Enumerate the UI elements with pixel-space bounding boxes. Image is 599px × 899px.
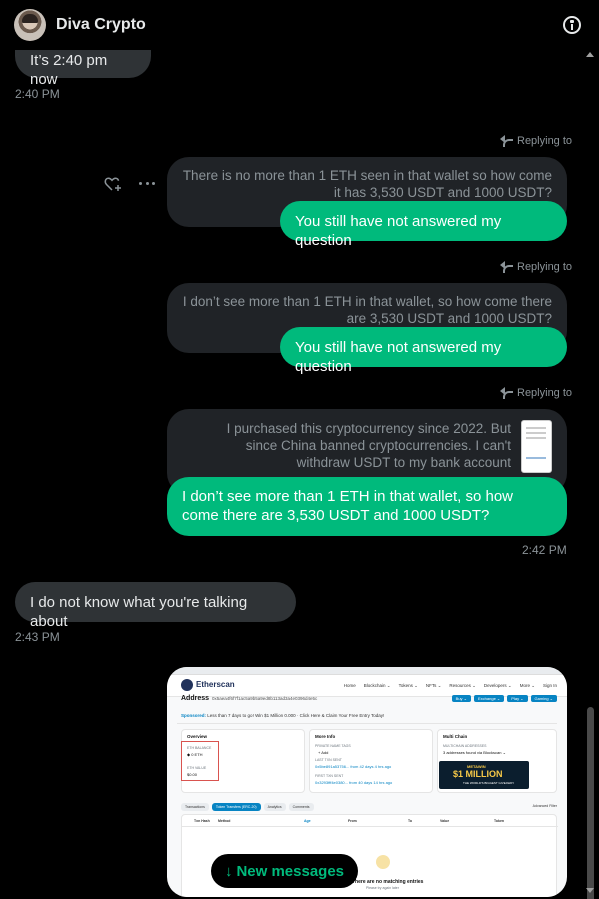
etherscan-brand: Etherscan: [196, 680, 235, 689]
first-txn-label: FIRST TXN SENT: [315, 774, 344, 778]
scroll-down-icon[interactable]: [586, 888, 594, 893]
menu-item: Tokens ⌄: [398, 683, 418, 688]
replying-label: Replying to: [517, 135, 573, 147]
etherscan-logo-icon: [181, 679, 193, 691]
more-icon[interactable]: [139, 182, 155, 186]
private-tags-label: PRIVATE NAME TAGS: [315, 744, 351, 748]
new-messages-label: New messages: [236, 862, 345, 880]
quoted-text: There is no more than 1 ETH seen in that…: [182, 168, 552, 200]
empty-state-subtext: Please try again later: [366, 886, 399, 890]
table-header: Token: [494, 819, 505, 823]
multichain-label: MULTICHAIN ADDRESSES: [443, 744, 487, 748]
divider: [182, 826, 558, 827]
tab-comments: Comments: [288, 803, 314, 811]
avatar[interactable]: [14, 9, 46, 41]
arrow-down-icon: ↓: [224, 862, 233, 880]
private-tags: + Add: [318, 750, 329, 755]
menu-item: Blockchain ⌄: [363, 683, 391, 688]
message-text: I don’t see more than 1 ETH in that wall…: [182, 488, 514, 524]
quoted-text: I don’t see more than 1 ETH in that wall…: [182, 294, 552, 326]
card-title: Overview: [187, 734, 208, 739]
message-time: 2:43 PM: [15, 630, 60, 644]
replying-to: Replying to: [500, 135, 573, 147]
banner-subtitle: THE WORLD'S BIGGEST GIVEAWAY: [463, 781, 515, 785]
menu-item: NFTs ⌄: [425, 683, 442, 688]
sponsored-label: Sponsored:: [181, 713, 207, 718]
advanced-filter: Advanced Filter: [532, 804, 557, 808]
reply-icon: [500, 261, 513, 273]
last-txn-label: LAST TXN SENT: [315, 758, 342, 762]
etherscan-navbar: Etherscan Home Blockchain ⌄ Tokens ⌄ NFT…: [167, 675, 567, 697]
menu-item: Developers ⌄: [483, 683, 512, 688]
table-header: Age: [304, 819, 311, 823]
message-bubble[interactable]: You still have not answered my question: [280, 327, 567, 375]
address-row: Address 0x5aea4f6f7f1ac5a9b5a9ed8b113ad3a…: [181, 695, 317, 702]
message-text: I do not know what you're talking about: [30, 594, 248, 630]
tab-transactions: Transactions: [181, 803, 209, 811]
message-text: You still have not answered my question: [295, 339, 502, 375]
last-txn: 0x5be891a53756... from 42 days 4 hrs ago: [315, 764, 392, 769]
table-header: To: [408, 819, 413, 823]
table-header: Value: [440, 819, 450, 823]
quoted-image-thumbnail[interactable]: [521, 420, 552, 473]
heart-add-icon[interactable]: [104, 176, 122, 192]
banner-amount: $1 MILLION: [453, 769, 503, 779]
scroll-up-icon[interactable]: [586, 52, 594, 57]
message-bubble[interactable]: You still have not answered my question: [280, 201, 567, 249]
tab-analytics: Analytics: [263, 803, 286, 811]
more-info-card: More Info PRIVATE NAME TAGS + Add LAST T…: [309, 729, 433, 793]
reply-icon: [500, 387, 513, 399]
divider: [177, 723, 557, 724]
scroll-thumb[interactable]: [587, 707, 594, 899]
address-hash: 0x5aea4f6f7f1ac5a9b5a9ed8b113ad3a4e0396d…: [212, 696, 318, 701]
menu-item: More ⌄: [519, 683, 535, 688]
address-label: Address: [181, 695, 210, 702]
info-icon[interactable]: [563, 16, 581, 34]
card-title: Multi Chain: [443, 734, 468, 739]
buy-button: Buy ⌄: [451, 695, 472, 702]
new-messages-button[interactable]: ↓ New messages: [211, 854, 358, 888]
table-header: Txn Hash: [194, 819, 210, 823]
replying-label: Replying to: [517, 261, 573, 273]
etherscan-menu: Home Blockchain ⌄ Tokens ⌄ NFTs ⌄ Resour…: [344, 683, 557, 689]
play-button: Play ⌄: [507, 695, 528, 702]
message-bubble[interactable]: I do not know what you're talking about: [15, 582, 296, 630]
replying-to: Replying to: [500, 261, 573, 273]
first-txn: 0x3293fff4e0380... from 40 days 14 hrs a…: [315, 780, 393, 785]
card-title: More Info: [315, 734, 336, 739]
menu-item: Sign In: [542, 683, 557, 688]
multichain-value: 3 addresses found via Blockscan ⌄: [443, 750, 506, 755]
sponsored-text: Less than 7 days to go! Win $1 Million 0…: [207, 713, 385, 718]
replying-label: Replying to: [517, 387, 573, 399]
reply-icon: [500, 135, 513, 147]
exchange-button: Exchange ⌄: [474, 695, 505, 702]
message-time: 2:40 PM: [15, 87, 60, 101]
conversation-title[interactable]: Diva Crypto: [56, 16, 146, 34]
menu-item: Home: [343, 683, 356, 688]
conversation-header: Diva Crypto: [0, 0, 599, 50]
tab-token-transfers: Token Transfers (ERC-20): [211, 803, 261, 811]
empty-state-text: There are no matching entries: [352, 879, 424, 885]
message-bubble[interactable]: I don’t see more than 1 ETH in that wall…: [167, 477, 567, 536]
table-header: Method: [218, 819, 231, 823]
message-text: It’s 2:40 pm now: [30, 52, 108, 88]
browser-bar: [167, 667, 567, 675]
empty-state-icon: [376, 855, 390, 869]
replying-to: Replying to: [500, 387, 573, 399]
message-time: 2:42 PM: [522, 543, 567, 557]
ad-banner: METAWIN $1 MILLION THE WORLD'S BIGGEST G…: [439, 761, 529, 789]
red-highlight-box: [181, 741, 219, 781]
quoted-text: I purchased this cryptocurrency since 20…: [226, 421, 511, 470]
sponsored-line: Sponsored: Less than 7 days to go! Win $…: [181, 713, 384, 718]
message-text: You still have not answered my question: [295, 213, 502, 249]
etherscan-tabs: Transactions Token Transfers (ERC-20) An…: [181, 803, 314, 811]
scrollbar[interactable]: [582, 50, 599, 899]
table-header: From: [348, 819, 357, 823]
menu-item: Resources ⌄: [449, 683, 476, 688]
gaming-button: Gaming ⌄: [530, 695, 557, 702]
action-buttons: Buy ⌄ Exchange ⌄ Play ⌄ Gaming ⌄: [451, 695, 557, 702]
